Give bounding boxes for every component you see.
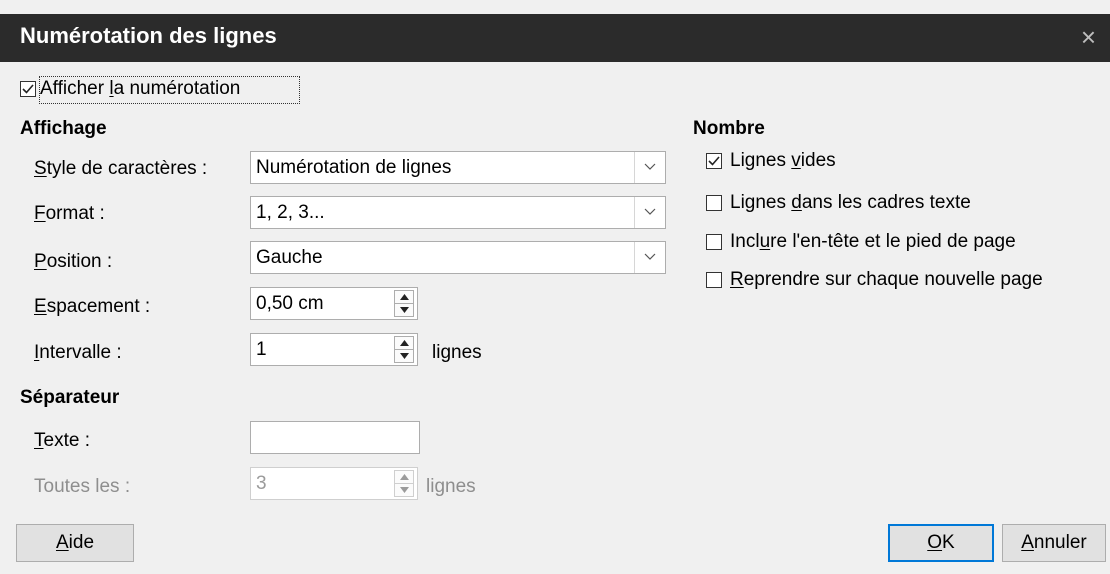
format-combo[interactable]: 1, 2, 3... [250, 196, 666, 229]
separator-text-label: Texte : [34, 430, 90, 451]
checkmark-icon [22, 84, 34, 94]
char-style-label: Style de caractères : [34, 158, 208, 179]
spin-down-icon[interactable] [400, 353, 409, 359]
format-value: 1, 2, 3... [256, 202, 325, 223]
every-spinbox[interactable]: 3 [250, 467, 418, 500]
position-combo[interactable]: Gauche [250, 241, 666, 274]
show-numbering-label[interactable]: Afficher la numérotation [40, 77, 240, 101]
close-icon[interactable]: × [1081, 22, 1096, 52]
spin-up-icon[interactable] [400, 340, 409, 346]
interval-spin-buttons[interactable] [394, 336, 414, 363]
spin-up-icon[interactable] [400, 474, 409, 480]
position-label: Position : [34, 251, 113, 272]
header-footer-checkbox[interactable] [706, 234, 722, 250]
every-value: 3 [256, 473, 267, 494]
spin-down-icon[interactable] [400, 307, 409, 313]
char-style-combo[interactable]: Numérotation de lignes [250, 151, 666, 184]
chevron-down-icon [644, 253, 656, 260]
blank-lines-label[interactable]: Lignes vides [730, 149, 836, 173]
every-unit: lignes [426, 476, 476, 497]
spacing-spin-buttons[interactable] [394, 290, 414, 317]
header-footer-label[interactable]: Inclure l'en-tête et le pied de page [730, 230, 1016, 254]
separator-text-input[interactable] [250, 421, 420, 454]
spin-down-icon[interactable] [400, 487, 409, 493]
format-label: Format : [34, 203, 105, 224]
interval-label: Intervalle : [34, 342, 122, 363]
cancel-button[interactable]: Annuler [1002, 524, 1106, 562]
show-numbering-checkbox[interactable] [20, 81, 36, 97]
format-dropdown-button[interactable] [634, 197, 665, 228]
restart-checkbox[interactable] [706, 272, 722, 288]
spacing-label: Espacement : [34, 296, 151, 317]
interval-value: 1 [256, 339, 267, 360]
nombre-heading: Nombre [693, 118, 765, 139]
interval-unit: lignes [432, 342, 482, 363]
every-spin-buttons[interactable] [394, 470, 414, 497]
help-button[interactable]: Aide [16, 524, 134, 562]
spin-up-icon[interactable] [400, 294, 409, 300]
dialog-title: Numérotation des lignes [20, 23, 277, 48]
position-value: Gauche [256, 247, 323, 268]
position-dropdown-button[interactable] [634, 242, 665, 273]
affichage-heading: Affichage [20, 118, 107, 139]
text-frames-checkbox[interactable] [706, 195, 722, 211]
chevron-down-icon [644, 163, 656, 170]
line-numbering-dialog: Numérotation des lignes × Afficher la nu… [0, 0, 1110, 574]
separator-heading: Séparateur [20, 387, 120, 408]
restart-label[interactable]: Reprendre sur chaque nouvelle page [730, 268, 1043, 292]
every-label: Toutes les : [34, 476, 131, 497]
char-style-dropdown-button[interactable] [634, 152, 665, 183]
checkmark-icon [708, 156, 720, 166]
interval-spinbox[interactable]: 1 [250, 333, 418, 366]
char-style-value: Numérotation de lignes [256, 157, 452, 178]
title-bar: Numérotation des lignes × [0, 14, 1110, 62]
chevron-down-icon [644, 208, 656, 215]
ok-button[interactable]: OK [888, 524, 994, 562]
spacing-spinbox[interactable]: 0,50 cm [250, 287, 418, 320]
spacing-value: 0,50 cm [256, 293, 324, 314]
blank-lines-checkbox[interactable] [706, 153, 722, 169]
text-frames-label[interactable]: Lignes dans les cadres texte [730, 191, 971, 215]
